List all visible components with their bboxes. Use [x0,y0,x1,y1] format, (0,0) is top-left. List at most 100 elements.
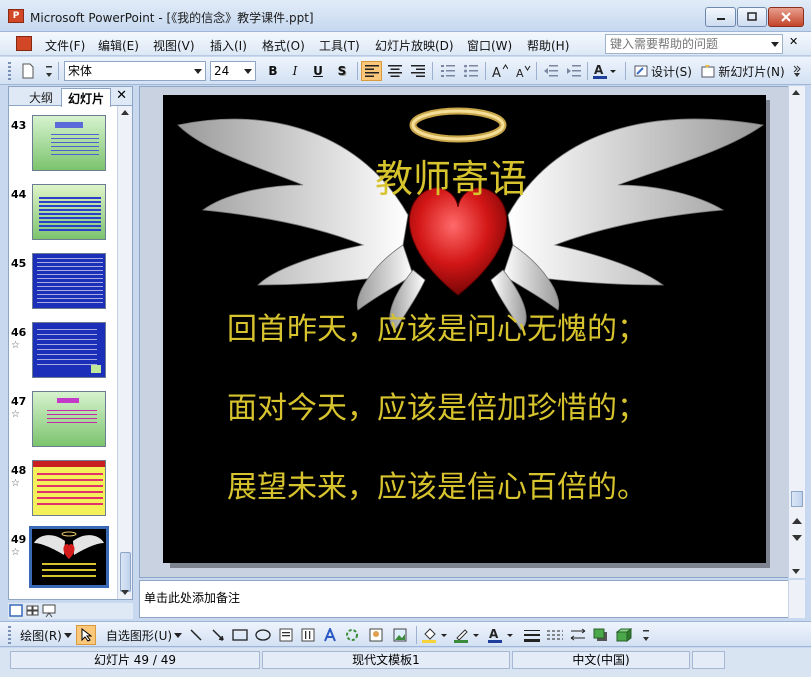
new-document-icon[interactable] [18,61,38,81]
slide-thumbnail-48[interactable]: 48 ☆ [9,460,119,524]
slide-text-line-3[interactable]: 展望未来，应该是信心百倍的。 [227,462,647,506]
new-slide-button[interactable]: 新幻灯片(N) [699,61,787,81]
slide-thumbnail-45[interactable]: 45 [9,253,119,317]
draw-menu-button[interactable]: 绘图(R) [18,625,74,645]
underline-button[interactable]: U [307,61,329,81]
maximize-button[interactable] [737,7,767,27]
toolbar-options-icon[interactable] [640,625,652,645]
menu-window[interactable]: 窗口(W) [467,37,512,54]
oval-tool-button[interactable] [252,625,274,645]
line-tool-button[interactable] [186,625,206,645]
help-search-input[interactable] [606,35,766,53]
slideshow-view-icon[interactable] [42,604,56,618]
minimize-button[interactable] [705,7,736,27]
normal-view-icon[interactable] [9,604,23,617]
align-center-button[interactable] [384,61,405,81]
toolbar-separator [587,62,588,80]
chevron-down-icon[interactable] [771,42,779,47]
menu-format[interactable]: 格式(O) [262,37,305,54]
toolbar-grip[interactable] [8,62,11,80]
notes-placeholder: 单击此处添加备注 [144,591,241,605]
doc-close-icon[interactable]: ✕ [789,35,798,48]
rectangle-tool-button[interactable] [230,625,250,645]
increase-font-button[interactable]: A [489,61,510,81]
menu-tools[interactable]: 工具(T) [319,37,360,54]
slide-text-line-2[interactable]: 面对今天，应该是倍加珍惜的； [227,383,647,427]
previous-slide-icon[interactable] [792,518,802,524]
tab-slides[interactable]: 幻灯片 [61,88,112,107]
scroll-up-icon[interactable] [792,90,800,95]
align-right-button[interactable] [407,61,428,81]
toolbar-options-icon[interactable] [44,61,54,81]
insert-picture-button[interactable] [390,625,410,645]
align-left-button[interactable] [361,61,382,81]
menu-edit[interactable]: 编辑(E) [98,37,139,54]
increase-indent-button[interactable] [563,61,584,81]
slide-thumbnail-49[interactable]: 49 ☆ [9,526,119,593]
slide-title[interactable]: 教师寄语 [375,148,527,203]
menu-file[interactable]: 文件(F) [45,37,85,54]
line-style-button[interactable] [522,625,542,645]
diagram-button[interactable] [342,625,362,645]
fill-color-button[interactable] [420,625,450,645]
select-objects-button[interactable] [76,625,96,645]
font-color-button[interactable]: A [591,61,619,81]
textbox-tool-button[interactable] [276,625,296,645]
menu-insert[interactable]: 插入(I) [210,37,247,54]
notes-scrollbar[interactable] [788,580,805,618]
scroll-down-icon[interactable] [792,569,800,574]
font-name-select[interactable]: 宋体 [64,61,206,81]
arrow-style-button[interactable] [568,625,588,645]
decrease-indent-icon [543,65,558,77]
bold-button[interactable]: B [263,61,283,81]
next-slide-icon[interactable] [792,535,802,541]
autoshapes-label: 自选图形(U) [105,628,173,643]
menu-view[interactable]: 视图(V) [153,37,195,54]
3d-style-button[interactable] [614,625,634,645]
drawbar-font-color-button[interactable]: A [486,625,516,645]
decrease-font-button[interactable]: A [512,61,533,81]
shadow-style-button[interactable] [591,625,611,645]
slide-thumbnail-46[interactable]: 46 ☆ [9,322,119,386]
status-language[interactable]: 中文(中国) [512,651,690,669]
font-size-select[interactable]: 24 [210,61,256,81]
status-design-template[interactable]: 现代文模板1 [262,651,510,669]
vertical-textbox-button[interactable] [298,625,318,645]
slide-sorter-view-icon[interactable] [26,605,39,616]
scrollbar-thumb[interactable] [120,552,131,592]
bullets-button[interactable] [460,61,481,81]
close-pane-icon[interactable]: ✕ [116,88,127,103]
scroll-down-icon[interactable] [121,590,129,595]
menu-slideshow[interactable]: 幻灯片放映(D) [375,37,454,54]
view-buttons [8,603,133,619]
close-button[interactable] [768,7,804,27]
tab-outline[interactable]: 大纲 [23,88,59,105]
help-search-box[interactable] [605,34,783,54]
slide-text-line-1[interactable]: 回首昨天，应该是问心无愧的； [227,304,647,348]
clipart-button[interactable] [366,625,386,645]
slide-thumbnail-44[interactable]: 44 [9,184,119,248]
arrow-tool-button[interactable] [208,625,228,645]
italic-button[interactable]: I [285,61,305,81]
shadow-button[interactable]: S [331,61,353,81]
document-icon[interactable] [16,36,32,51]
numbering-button[interactable] [437,61,458,81]
autoshapes-button[interactable]: 自选图形(U) [104,625,184,645]
design-button[interactable]: 设计(S) [632,61,694,81]
clipart-icon [369,628,383,642]
slide-thumbnail-43[interactable]: 43 [9,115,119,179]
powerpoint-app-icon[interactable]: P [8,9,24,23]
toolbar-options-icon[interactable] [791,61,803,81]
line-color-button[interactable] [452,625,482,645]
slide-thumbnail-47[interactable]: 47 ☆ [9,391,119,455]
decrease-indent-button[interactable] [540,61,561,81]
wordart-button[interactable] [320,625,340,645]
scroll-up-icon[interactable] [121,110,129,115]
toolbar-grip[interactable] [8,626,11,644]
notes-pane[interactable]: 单击此处添加备注 [139,580,790,618]
workspace-scrollbar[interactable] [788,86,805,578]
dash-style-button[interactable] [545,625,565,645]
slides-pane-scrollbar[interactable] [117,106,132,599]
menu-help[interactable]: 帮助(H) [527,37,569,54]
scrollbar-thumb[interactable] [791,491,803,507]
